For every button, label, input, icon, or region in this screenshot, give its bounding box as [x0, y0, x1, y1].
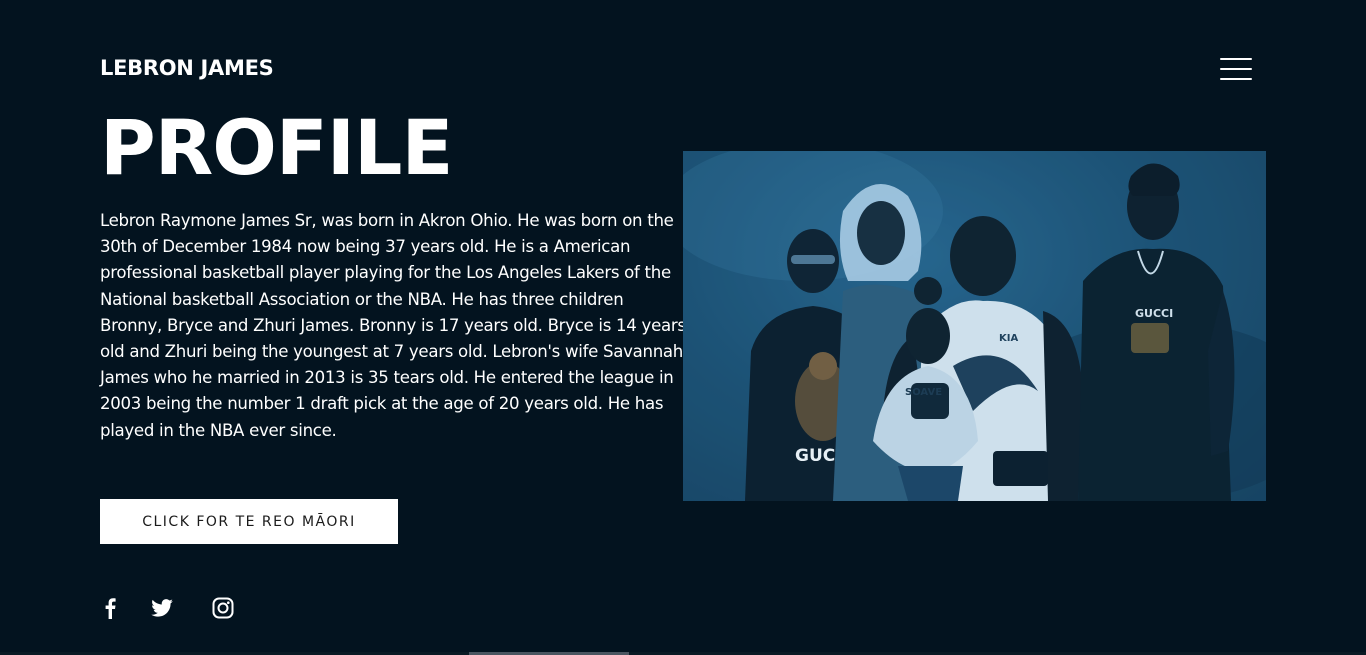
menu-line	[1220, 68, 1252, 70]
facebook-icon[interactable]	[104, 596, 116, 620]
twitter-icon[interactable]	[151, 596, 173, 620]
twitter-glyph	[151, 599, 173, 617]
facebook-glyph	[105, 598, 116, 619]
site-logo[interactable]: LEBRON JAMES	[100, 56, 274, 80]
family-photo: GUCCY KIA SOAVE GUCCI	[683, 151, 1266, 501]
instagram-icon[interactable]	[212, 596, 234, 620]
bio-paragraph: Lebron Raymone James Sr, was born in Akr…	[100, 211, 686, 440]
te-reo-maori-button[interactable]: CLICK FOR TE REO MĀORI	[100, 499, 398, 544]
hamburger-menu-icon[interactable]	[1220, 58, 1252, 80]
page-title: PROFILE	[100, 103, 453, 192]
instagram-glyph	[212, 597, 234, 619]
menu-line	[1220, 78, 1252, 80]
menu-line	[1220, 58, 1252, 60]
family-photo-illustration: GUCCY KIA SOAVE GUCCI	[683, 151, 1266, 501]
